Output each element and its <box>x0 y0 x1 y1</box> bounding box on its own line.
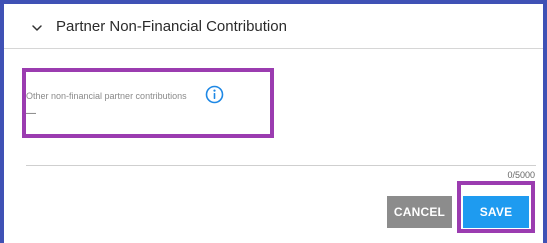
section-title: Partner Non-Financial Contribution <box>56 18 287 35</box>
chevron-down-icon[interactable] <box>30 21 44 35</box>
cancel-button[interactable]: CANCEL <box>387 196 452 228</box>
highlight-box-save <box>457 181 535 233</box>
section-header[interactable]: Partner Non-Financial Contribution <box>4 4 543 49</box>
character-counter: 0/5000 <box>507 170 535 180</box>
textarea-underline[interactable] <box>26 165 536 166</box>
highlight-box-field <box>22 68 274 138</box>
